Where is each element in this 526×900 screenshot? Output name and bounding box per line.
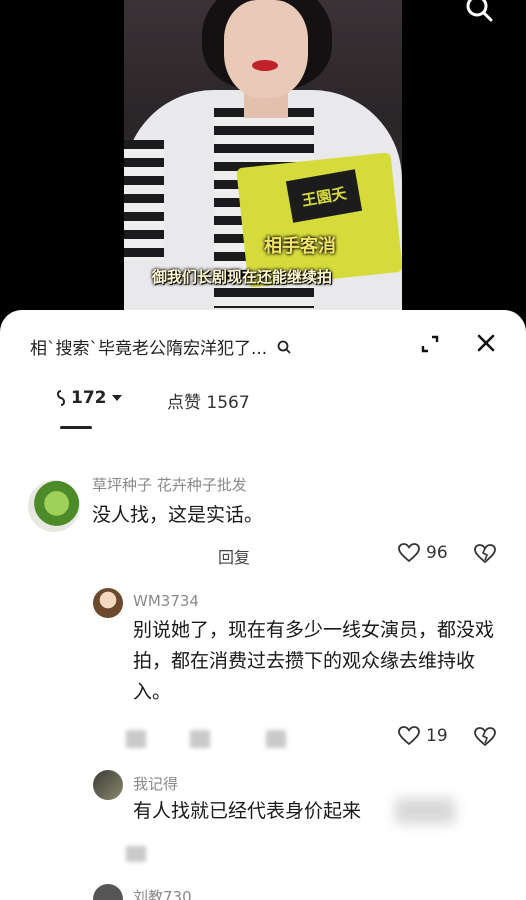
expand-button[interactable]	[420, 334, 440, 354]
comment-tabs: 172 点赞 1567	[0, 378, 526, 432]
tab-likes[interactable]: 点赞 1567	[167, 388, 250, 413]
close-icon	[477, 334, 495, 352]
comment-text: 没人找，这是实话。	[92, 504, 264, 526]
comment-sheet-header: 相`搜索`毕竟老公隋宏洋犯了...	[0, 310, 526, 378]
like-count: 19	[426, 726, 448, 746]
broken-heart-icon	[474, 544, 496, 564]
search-icon	[277, 339, 291, 359]
caret-down-icon	[111, 395, 122, 401]
blurred-area	[126, 846, 146, 862]
blurred-area	[266, 730, 286, 748]
avatar[interactable]	[28, 480, 80, 532]
comment-username[interactable]: 刘教730	[133, 886, 192, 900]
expand-icon	[421, 335, 439, 353]
like-count: 96	[426, 543, 448, 563]
avatar[interactable]	[93, 884, 123, 900]
related-search-link[interactable]: 相`搜索`毕竟老公隋宏洋犯了...	[30, 334, 291, 359]
search-icon	[466, 0, 493, 22]
video-figure-face	[224, 0, 308, 98]
close-button[interactable]	[475, 332, 497, 354]
active-tab-indicator	[60, 426, 92, 429]
video-player[interactable]: 王園夭 相手客消 御我们长剧现在还能继续拍	[0, 0, 526, 330]
like-button[interactable]: 96	[398, 543, 448, 563]
like-button[interactable]: 19	[398, 726, 448, 746]
comment-text: 有人找就已经代表身价起来	[133, 800, 362, 822]
comment-username[interactable]: WM3734	[133, 592, 199, 610]
video-frame: 王園夭 相手客消 御我们长剧现在还能继续拍	[124, 0, 402, 310]
video-caption: 御我们长剧现在还能继续拍	[152, 268, 333, 286]
related-search-text: 相`搜索`毕竟老公隋宏洋犯了...	[30, 339, 268, 359]
comment-username[interactable]: 草坪种子 花卉种子批发	[92, 474, 247, 495]
heart-icon	[398, 543, 420, 563]
heart-icon	[398, 726, 420, 746]
video-figure-sleeve	[124, 140, 164, 260]
comment-text: 别说她了，现在有多少一线女演员，都没戏拍，都在消费过去攒下的观众缘去维持收入。	[133, 619, 495, 703]
tab-comments[interactable]: 172	[55, 388, 123, 408]
comment-username[interactable]: 我记得	[133, 773, 178, 794]
avatar[interactable]	[93, 588, 123, 618]
comments-count: 172	[71, 388, 107, 408]
blurred-area	[126, 730, 146, 748]
dislike-button[interactable]	[474, 727, 496, 749]
blurred-area	[190, 730, 210, 748]
video-figure-lips	[252, 60, 278, 71]
comment-icon	[57, 390, 65, 406]
blurred-area	[395, 798, 455, 824]
search-button[interactable]	[462, 0, 496, 28]
dislike-button[interactable]	[474, 544, 496, 566]
reply-button[interactable]: 回复	[218, 544, 250, 568]
comment-sheet: 相`搜索`毕竟老公隋宏洋犯了... 172 点赞 1567 草坪种子 花卉种子批…	[0, 310, 526, 900]
avatar[interactable]	[93, 770, 123, 800]
video-caption-top: 相手客消	[264, 236, 336, 257]
broken-heart-icon	[474, 727, 496, 747]
